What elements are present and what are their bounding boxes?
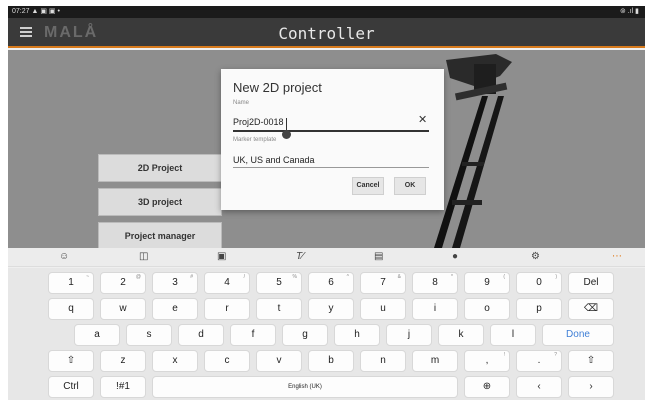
key-n[interactable]: n — [360, 350, 406, 372]
key-i[interactable]: i — [412, 298, 458, 320]
key-p[interactable]: p — [516, 298, 562, 320]
cancel-button[interactable]: Cancel — [352, 177, 384, 195]
clipboard-icon[interactable]: ▤ — [374, 251, 383, 262]
key-1[interactable]: 1 ~ — [48, 272, 94, 294]
ctrl-key[interactable]: Ctrl — [48, 376, 94, 398]
key-a[interactable]: a — [74, 324, 120, 346]
key-j[interactable]: j — [386, 324, 432, 346]
backspace-icon[interactable]: ⌫ — [568, 298, 614, 320]
sticker-icon[interactable]: ◫ — [139, 251, 148, 262]
tablet-screen: 07:27 ▲ ▣ ▣ • ⊚ .ıl ▮ MALÅ Controller 2D… — [8, 6, 645, 400]
menu-item-2d-project[interactable]: 2D Project — [98, 154, 222, 182]
key-comma[interactable]: ,! — [464, 350, 510, 372]
key-6[interactable]: 6 ^ — [308, 272, 354, 294]
key-delete[interactable]: Del — [568, 272, 614, 294]
key-f[interactable]: f — [230, 324, 276, 346]
key-c[interactable]: c — [204, 350, 250, 372]
key-m[interactable]: m — [412, 350, 458, 372]
status-bar: 07:27 ▲ ▣ ▣ • ⊚ .ıl ▮ — [8, 6, 645, 18]
key-s[interactable]: s — [126, 324, 172, 346]
clear-icon[interactable]: ✕ — [418, 113, 427, 126]
keyboard-toolbar: ☺ ◫ ▣ T⁄ ▤ ● ⚙ ⋯ — [8, 248, 645, 267]
app-title: Controller — [278, 24, 375, 43]
text-caret — [286, 118, 287, 130]
handwriting-icon[interactable]: T⁄ — [296, 251, 304, 262]
key-e[interactable]: e — [152, 298, 198, 320]
key-v[interactable]: v — [256, 350, 302, 372]
marker-template-underline — [233, 167, 429, 168]
key-u[interactable]: u — [360, 298, 406, 320]
arrow-right-icon[interactable]: › — [568, 376, 614, 398]
shift-right-icon[interactable]: ⇧ — [568, 350, 614, 372]
text-selection-handle[interactable] — [282, 130, 291, 139]
space-bar[interactable]: English (UK) — [152, 376, 458, 398]
key-7[interactable]: 7 & — [360, 272, 406, 294]
marker-template-select[interactable]: UK, US and Canada — [233, 155, 315, 165]
key-o[interactable]: o — [464, 298, 510, 320]
key-3[interactable]: 3 # — [152, 272, 198, 294]
status-signal-battery-icons: ⊚ .ıl ▮ — [619, 8, 639, 15]
menu-item-3d-project[interactable]: 3D project — [98, 188, 222, 216]
dialog-title: New 2D project — [233, 80, 322, 95]
more-icon[interactable]: ⋯ — [612, 251, 622, 262]
key-y[interactable]: y — [308, 298, 354, 320]
key-r[interactable]: r — [204, 298, 250, 320]
marker-template-label: Marker template — [233, 137, 277, 143]
key-9[interactable]: 9( — [464, 272, 510, 294]
name-field-label: Name — [233, 100, 250, 106]
key-0[interactable]: 0) — [516, 272, 562, 294]
done-button[interactable]: Done — [542, 324, 614, 346]
key-d[interactable]: d — [178, 324, 224, 346]
status-notification-icons: ▲ ▣ ▣ • — [31, 8, 60, 15]
name-input-underline — [233, 130, 429, 132]
key-2[interactable]: 2 @ — [100, 272, 146, 294]
microphone-icon[interactable]: ● — [452, 251, 458, 262]
name-input[interactable]: Proj2D-0018 — [233, 117, 284, 127]
key-4[interactable]: 4/ — [204, 272, 250, 294]
key-q[interactable]: q — [48, 298, 94, 320]
key-l[interactable]: l — [490, 324, 536, 346]
arrow-left-icon[interactable]: ‹ — [516, 376, 562, 398]
ok-button[interactable]: OK — [394, 177, 426, 195]
key-period[interactable]: .? — [516, 350, 562, 372]
key-k[interactable]: k — [438, 324, 484, 346]
app-bar: MALÅ Controller — [8, 18, 645, 48]
shift-left-icon[interactable]: ⇧ — [48, 350, 94, 372]
key-h[interactable]: h — [334, 324, 380, 346]
symbols-key[interactable]: !#1 — [100, 376, 146, 398]
emoji-icon[interactable]: ☺ — [59, 251, 69, 262]
key-b[interactable]: b — [308, 350, 354, 372]
key-x[interactable]: x — [152, 350, 198, 372]
new-project-dialog: New 2D project Name Proj2D-0018 ✕ Marker… — [221, 69, 444, 210]
menu-item-project-manager[interactable]: Project manager — [98, 222, 222, 248]
globe-icon[interactable]: ⊕ — [464, 376, 510, 398]
key-8[interactable]: 8 * — [412, 272, 458, 294]
status-time: 07:27 — [12, 8, 30, 15]
soft-keyboard: 1 ~ 2 @ 3 # 4/ 5% 6 ^ 7 & 8 * 9( 0) Del q w e … — [8, 268, 645, 400]
key-w[interactable]: w — [100, 298, 146, 320]
settings-icon[interactable]: ⚙ — [531, 251, 540, 262]
key-z[interactable]: z — [100, 350, 146, 372]
gif-icon[interactable]: ▣ — [217, 251, 226, 262]
key-t[interactable]: t — [256, 298, 302, 320]
main-content: 2D Project 3D project Project manager Ne… — [8, 50, 645, 248]
key-5[interactable]: 5% — [256, 272, 302, 294]
key-g[interactable]: g — [282, 324, 328, 346]
